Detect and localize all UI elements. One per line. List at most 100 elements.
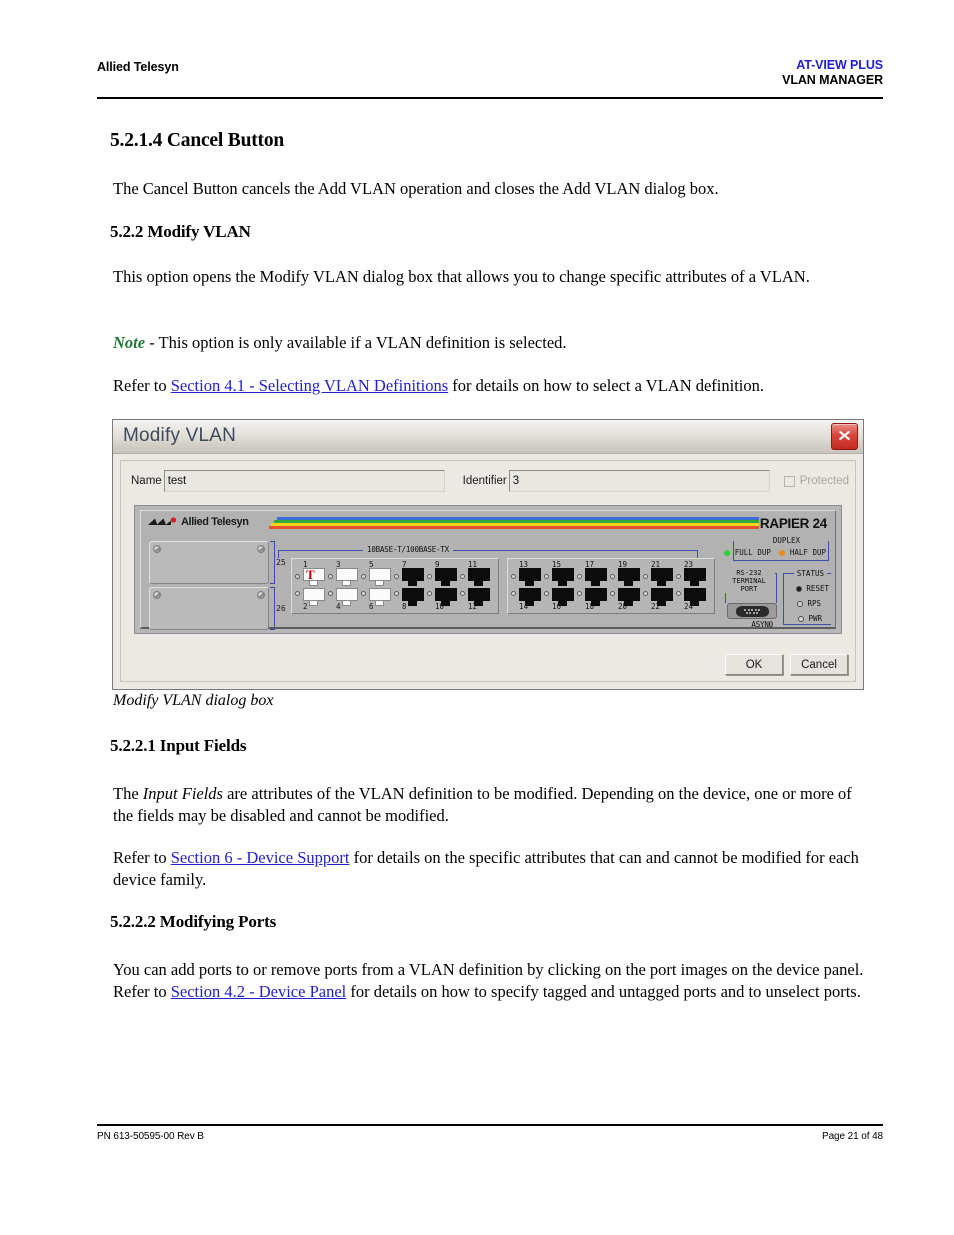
page-footer: PN 613-50595-00 Rev B Page 21 of 48 <box>97 1131 883 1142</box>
port-jack-18[interactable] <box>585 588 607 606</box>
heading-modify-vlan: 5.2.2 Modify VLAN <box>110 222 251 241</box>
port-led-icon-8 <box>394 591 399 596</box>
ok-button[interactable]: OK <box>725 654 783 675</box>
serial-label-line2: TERMINAL <box>732 577 766 585</box>
paragraph-refer-2: Refer to Section 6 - Device Support for … <box>113 847 863 890</box>
port-jack-15[interactable] <box>552 568 574 586</box>
bay-bracket-26 <box>270 587 275 630</box>
port-led-icon-3 <box>328 574 333 579</box>
port-jack-19[interactable] <box>618 568 640 586</box>
port-led-icon-24 <box>676 591 681 596</box>
status-label-rps: RPS <box>807 599 821 608</box>
port-pair-11-12[interactable]: 11 12 <box>459 560 492 612</box>
port-led-icon-12 <box>460 591 465 596</box>
screw-icon <box>257 545 265 553</box>
port-jack-7[interactable] <box>402 568 424 586</box>
screw-icon <box>257 591 265 599</box>
port-jack-11[interactable] <box>468 568 490 586</box>
name-label: Name <box>131 475 162 487</box>
port-pair-15-16[interactable]: 15 16 <box>543 560 576 612</box>
dialog-title: Modify VLAN <box>123 425 237 446</box>
identifier-label: Identifier <box>462 475 507 487</box>
port-led-icon-4 <box>328 591 333 596</box>
heading-modifying-ports: 5.2.2.2 Modifying Ports <box>110 912 277 931</box>
port-led-icon-19 <box>610 574 615 579</box>
paragraph-input-fields: The Input Fields are attributes of the V… <box>113 783 873 826</box>
port-led-icon-22 <box>643 591 648 596</box>
port-led-icon-20 <box>610 591 615 596</box>
link-section-4-2[interactable]: Section 4.2 - Device Panel <box>171 982 347 1001</box>
port-jack-20[interactable] <box>618 588 640 606</box>
ports-type-label: 10BASE-T/100BASE-TX <box>363 545 453 554</box>
port-pair-19-20[interactable]: 19 20 <box>609 560 642 612</box>
port-pair-5-6[interactable]: 56 <box>360 560 393 612</box>
port-pair-7-8[interactable]: 78 <box>393 560 426 612</box>
port-jack-5[interactable] <box>369 568 391 586</box>
dialog-titlebar[interactable]: Modify VLAN <box>113 420 863 454</box>
refer-prefix: Refer to <box>113 376 171 395</box>
port-pair-21-22[interactable]: 21 22 <box>642 560 675 612</box>
device-panel[interactable]: Allied Telesyn RAPIER 24 25 26 10BASE-T/… <box>140 510 836 630</box>
port-jack-14[interactable] <box>519 588 541 606</box>
port-group-1: 1 2 T 3 4 5 6 7 8 9 10 11 12 <box>291 558 499 614</box>
allied-telesyn-logo-icon <box>148 516 177 525</box>
screw-icon <box>153 591 161 599</box>
db9-connector-icon <box>727 603 777 619</box>
port-jack-9[interactable] <box>435 568 457 586</box>
port-pair-1-2[interactable]: 12T <box>294 560 327 612</box>
port-jack-16[interactable] <box>552 588 574 606</box>
reset-led-icon <box>796 585 803 592</box>
port-jack-24[interactable] <box>684 588 706 606</box>
device-panel-frame: Allied Telesyn RAPIER 24 25 26 10BASE-T/… <box>134 505 842 634</box>
serial-label-line3: PORT <box>740 585 758 593</box>
port-led-icon-16 <box>544 591 549 596</box>
port-led-icon-5 <box>361 574 366 579</box>
port-jack-2[interactable] <box>303 588 325 606</box>
page-header: Allied Telesyn AT-VIEW PLUS VLAN MANAGER <box>97 58 883 88</box>
port-jack-17[interactable] <box>585 568 607 586</box>
port-led-icon-6 <box>361 591 366 596</box>
serial-port-label: RS-232 TERMINAL PORT <box>723 569 775 593</box>
uplink-bay-26[interactable] <box>149 587 269 630</box>
port-jack-10[interactable] <box>435 588 457 606</box>
link-section-6[interactable]: Section 6 - Device Support <box>171 848 350 867</box>
cancel-button[interactable]: Cancel <box>790 654 848 675</box>
port-jack-23[interactable] <box>684 568 706 586</box>
port-jack-3[interactable] <box>336 568 358 586</box>
port-led-icon-21 <box>643 574 648 579</box>
device-model: RAPIER 24 <box>759 516 827 531</box>
close-icon[interactable] <box>831 423 858 450</box>
serial-connector-label: ASYN0 <box>751 620 773 629</box>
product-name: AT-VIEW PLUS <box>796 58 883 72</box>
port-pair-23-24[interactable]: 23 24 <box>675 560 708 612</box>
brand-stripes <box>269 517 759 531</box>
port-jack-6[interactable] <box>369 588 391 606</box>
port-led-icon-15 <box>544 574 549 579</box>
port-pair-17-18[interactable]: 17 18 <box>576 560 609 612</box>
vlan-name-value: test <box>167 475 187 487</box>
half-duplex-led-icon <box>778 549 785 556</box>
port-jack-13[interactable] <box>519 568 541 586</box>
pwr-led-icon <box>798 615 805 622</box>
input-fields-emphasis: Input Fields <box>142 784 223 803</box>
uplink-bay-25[interactable] <box>149 541 269 584</box>
port-jack-8[interactable] <box>402 588 424 606</box>
company-name: Allied Telesyn <box>97 60 179 74</box>
vlan-name-input[interactable]: test <box>163 470 445 492</box>
port-jack-4[interactable] <box>336 588 358 606</box>
modify-vlan-dialog: Modify VLAN Name test Identifier 3 Prote… <box>112 419 864 690</box>
protected-checkbox: Protected <box>783 475 849 487</box>
port-jack-12[interactable] <box>468 588 490 606</box>
status-label-pwr: PWR <box>808 614 822 623</box>
link-section-4-1[interactable]: Section 4.1 - Selecting VLAN Definitions <box>171 376 448 395</box>
port-jack-21[interactable] <box>651 568 673 586</box>
vlan-identifier-input[interactable]: 3 <box>508 470 770 492</box>
port-pair-3-4[interactable]: 34 <box>327 560 360 612</box>
status-item-reset: RESET <box>796 584 829 593</box>
port-pair-9-10[interactable]: 9 10 <box>426 560 459 612</box>
refer-prefix-2: Refer to <box>113 848 171 867</box>
port-pair-13-14[interactable]: 13 14 <box>510 560 543 612</box>
port-jack-22[interactable] <box>651 588 673 606</box>
port-led-icon-13 <box>511 574 516 579</box>
footer-divider <box>97 1124 883 1126</box>
